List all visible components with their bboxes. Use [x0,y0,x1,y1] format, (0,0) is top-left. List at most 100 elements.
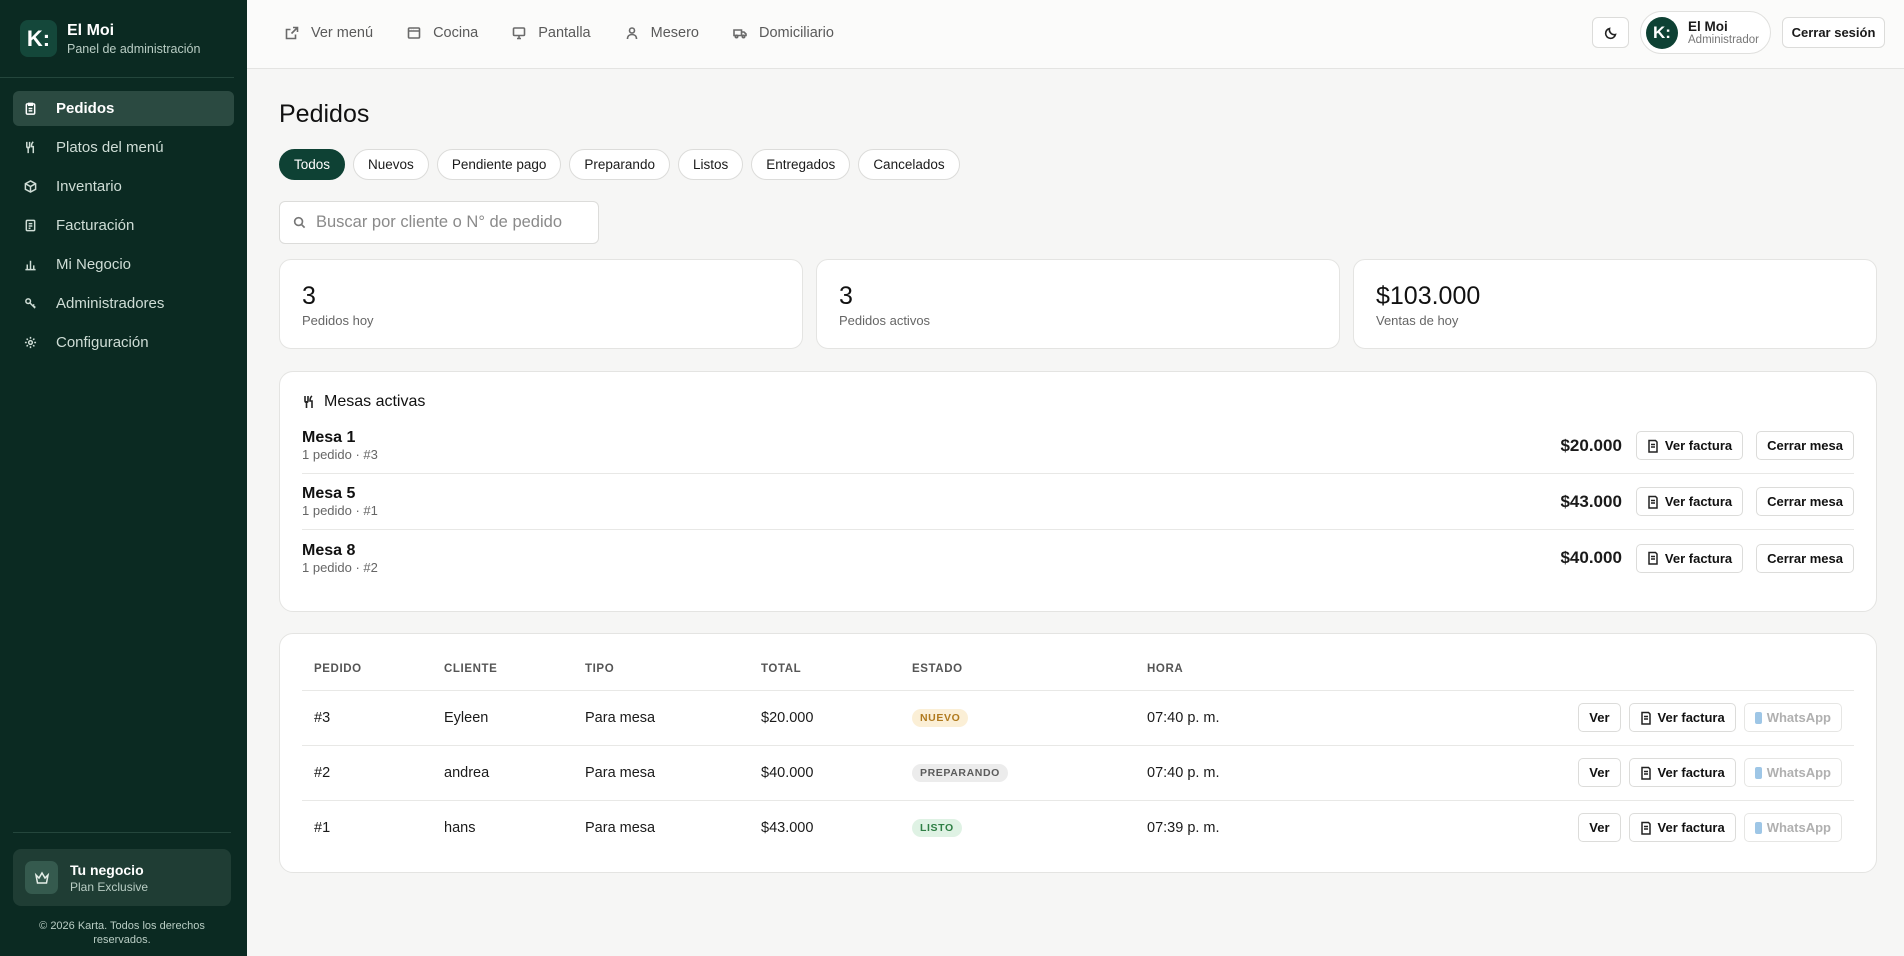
sidebar-item-configuracion[interactable]: Configuración [13,325,234,360]
order-time: 07:40 p. m. [1135,690,1335,746]
sidebar-item-mi-negocio[interactable]: Mi Negocio [13,247,234,282]
avatar: K: [1646,16,1678,49]
user-menu[interactable]: K: El Moi Administrador [1640,11,1771,54]
filter-entregados[interactable]: Entregados [751,149,851,180]
table-row: Mesa 1 1 pedido · #3 $20.000 Ver factura… [302,418,1854,474]
order-type: Para mesa [585,819,656,836]
table-row: #2 andrea Para mesa $40.000 PREPARANDO 07:40 … [302,745,1854,801]
topnav-label: Mesero [650,24,699,41]
logout-button[interactable]: Cerrar sesión [1782,17,1885,48]
key-icon [23,297,37,311]
order-time: 07:39 p. m. [1147,819,1220,836]
sidebar-item-label: Administradores [56,295,165,312]
order-type: Para mesa [573,745,749,801]
order-id: #1 [314,819,331,836]
topnav-cocina[interactable]: Cocina [407,25,478,41]
topnav-domiciliario[interactable]: Domiciliario [733,25,834,41]
button-label: WhatsApp [1766,710,1831,725]
topnav-label: Pantalla [538,24,591,41]
topnav-mesero[interactable]: Mesero [625,25,699,41]
filter-pendiente-pago[interactable]: Pendiente pago [436,149,562,180]
search-icon [293,216,306,229]
order-actions: Ver Ver factura WhatsApp [1335,745,1854,801]
active-tables-list: Mesa 1 1 pedido · #3 $20.000 Ver factura… [302,418,1854,586]
table-row: #1 hans Para mesa $43.000 LISTO 07:39 p. m. Ve… [302,800,1854,855]
sidebar-item-label: Inventario [56,178,122,195]
moon-icon [1604,26,1617,39]
view-order-button[interactable]: Ver [1578,758,1621,787]
sidebar-item-label: Configuración [56,334,149,351]
topnav-ver-menu[interactable]: Ver menú [285,25,373,41]
phone-icon [1754,821,1762,834]
copyright: © 2026 Karta. Todos los derechos reserva… [39,920,205,946]
filter-cancelados[interactable]: Cancelados [858,149,960,180]
filter-todos[interactable]: Todos [279,149,346,180]
search-input[interactable] [316,213,576,232]
sidebar-item-administradores[interactable]: Administradores [13,286,234,321]
column-header: PEDIDO [302,648,432,691]
table-row: #3 Eyleen Para mesa $20.000 NUEVO 07:40 p. m.… [302,690,1854,746]
sidebar-footer: Tu negocio Plan Exclusive © 2026 Karta. … [13,832,231,947]
view-order-button[interactable]: Ver [1578,813,1621,843]
active-tables-header: Mesas activas [302,392,1854,412]
sidebar-item-facturacion[interactable]: Facturación [13,208,234,243]
filter-preparando[interactable]: Preparando [569,149,670,180]
box-icon [23,180,37,194]
order-status-cell: NUEVO [900,690,1135,746]
table-name: Mesa 5 [302,485,356,502]
stat-value: $103.000 [1376,282,1481,310]
sidebar-item-inventario[interactable]: Inventario [13,169,234,204]
invoice-icon [1640,766,1651,780]
view-invoice-button[interactable]: Ver factura [1635,431,1744,460]
order-client: andrea [432,745,573,801]
receipt-icon [23,219,37,233]
sidebar-item-platos[interactable]: Platos del menú [13,130,234,165]
active-tables-title: Mesas activas [324,393,426,410]
filter-nuevos[interactable]: Nuevos [353,149,429,180]
stat-label: Pedidos hoy [302,313,374,328]
order-total: $20.000 [749,690,900,746]
table-summary: 1 pedido · #1 [302,503,378,518]
close-table-button[interactable]: Cerrar mesa [1756,431,1854,460]
topnav-label: Cocina [433,24,479,41]
whatsapp-button[interactable]: WhatsApp [1743,758,1842,787]
view-invoice-button[interactable]: Ver factura [1628,813,1736,843]
utensils-icon [304,395,313,408]
close-table-button[interactable]: Cerrar mesa [1756,543,1854,573]
sidebar-item-pedidos[interactable]: Pedidos [13,91,234,126]
user-name: El Moi [1688,18,1728,34]
filter-listos[interactable]: Listos [677,149,744,180]
orders-body: #3 Eyleen Para mesa $20.000 NUEVO 07:40 p. m.… [302,690,1854,855]
order-id: #3 [302,690,432,746]
plan-title: Tu negocio [70,861,144,878]
button-label: Ver factura [1664,494,1733,509]
table-total: $43.000 [1560,491,1622,511]
view-invoice-button[interactable]: Ver factura [1635,487,1744,516]
order-total: $40.000 [749,745,900,801]
whatsapp-button[interactable]: WhatsApp [1743,813,1842,843]
status-filters: Todos Nuevos Pendiente pago Preparando L… [279,149,968,180]
view-order-button[interactable]: Ver [1578,703,1621,732]
status-badge: NUEVO [912,708,969,727]
topnav-pantalla[interactable]: Pantalla [512,24,591,41]
view-invoice-button[interactable]: Ver factura [1628,703,1736,732]
clipboard-icon [23,102,37,116]
order-client: Eyleen [432,690,573,746]
close-table-button[interactable]: Cerrar mesa [1756,487,1854,516]
whatsapp-button[interactable]: WhatsApp [1743,703,1842,732]
top-nav: Ver menú Cocina Pantalla Mesero Domicili… [285,0,868,65]
view-invoice-button[interactable]: Ver factura [1635,543,1744,573]
invoice-icon [1640,711,1651,725]
button-label: WhatsApp [1766,765,1831,780]
view-invoice-button[interactable]: Ver factura [1628,758,1736,787]
table-row: Mesa 8 1 pedido · #2 $40.000 Ver factura… [302,530,1854,586]
table-total: $40.000 [1560,548,1622,567]
theme-toggle-button[interactable] [1592,17,1629,48]
button-label: Ver factura [1664,550,1733,566]
bar-chart-icon [23,258,37,272]
plan-card[interactable]: Tu negocio Plan Exclusive [13,849,231,906]
table-name: Mesa 8 [302,541,356,559]
invoice-icon [1648,495,1658,509]
column-header: TOTAL [749,648,900,691]
active-tables-card: Mesas activas Mesa 1 1 pedido · #3 $20.0… [279,371,1877,612]
